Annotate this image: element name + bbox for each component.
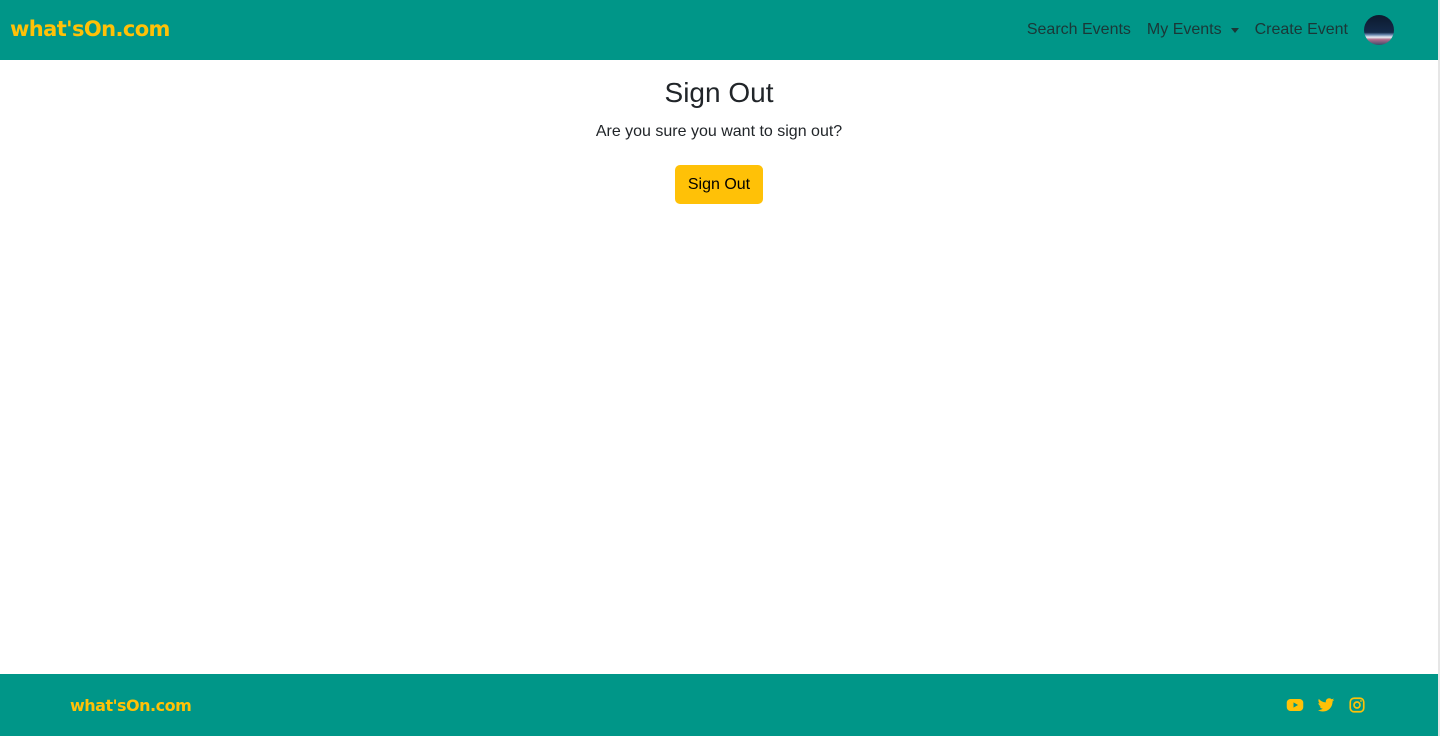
page-title: Sign Out xyxy=(664,77,774,108)
youtube-icon[interactable] xyxy=(1286,696,1304,714)
signout-message: Are you sure you want to sign out? xyxy=(595,123,843,140)
sign-out-button[interactable]: Sign Out xyxy=(675,165,763,204)
navbar: what'sOn.com Search Events My Events Cre… xyxy=(0,0,1438,60)
nav-search-events[interactable]: Search Events xyxy=(1019,21,1139,39)
instagram-icon[interactable] xyxy=(1348,696,1366,714)
user-avatar[interactable] xyxy=(1364,15,1394,45)
footer-brand-logo[interactable]: what'sOn.com xyxy=(70,696,192,716)
caret-down-icon xyxy=(1230,27,1239,33)
nav-links: Search Events My Events Create Event xyxy=(1019,0,1394,60)
nav-my-events-label: My Events xyxy=(1146,21,1222,38)
twitter-icon[interactable] xyxy=(1317,696,1335,714)
main-content: Sign Out Are you sure you want to sign o… xyxy=(0,60,1438,204)
footer: what'sOn.com xyxy=(0,674,1438,736)
nav-create-event[interactable]: Create Event xyxy=(1247,21,1356,39)
brand-logo[interactable]: what'sOn.com xyxy=(10,16,170,42)
nav-my-events-dropdown[interactable]: My Events xyxy=(1139,21,1247,39)
page: what'sOn.com Search Events My Events Cre… xyxy=(0,0,1440,736)
social-links xyxy=(1273,696,1366,714)
